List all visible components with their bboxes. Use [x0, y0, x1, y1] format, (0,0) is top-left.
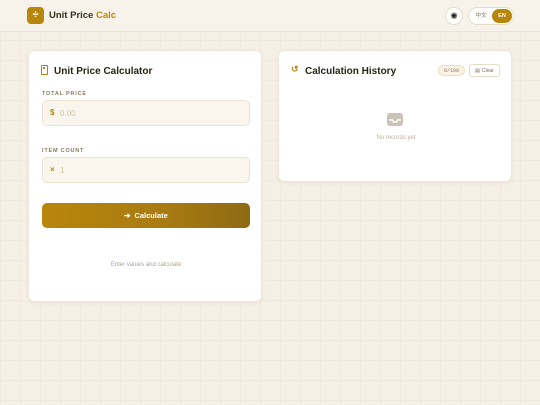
arrow-right-icon: ➔: [124, 211, 131, 220]
calculator-icon: [41, 65, 48, 75]
trash-icon: ▤: [475, 68, 480, 74]
history-count-badge: 0/100: [438, 65, 465, 76]
language-toggle[interactable]: 中文 EN: [468, 7, 514, 25]
history-title: Calculation History: [305, 66, 397, 77]
lang-option-en[interactable]: EN: [492, 9, 512, 23]
app-title-main: Unit Price: [49, 10, 94, 21]
sun-icon: ✺: [450, 11, 458, 21]
calculate-label: Calculate: [134, 211, 168, 220]
total-price-field[interactable]: $: [42, 100, 250, 126]
item-count-label: ITEM COUNT: [42, 148, 85, 154]
divide-logo-icon: ÷: [27, 7, 44, 24]
dollar-icon: $: [50, 108, 55, 117]
total-price-input[interactable]: [60, 106, 240, 120]
item-count-field[interactable]: ×: [42, 157, 250, 183]
inbox-icon: [387, 113, 403, 126]
history-icon: ↺: [291, 64, 299, 74]
app-header: ÷ Unit Price Calc ✺ 中文 EN: [0, 0, 540, 32]
multiply-icon: ×: [50, 165, 55, 174]
calculator-title: Unit Price Calculator: [54, 66, 153, 77]
clear-label: Clear: [481, 68, 494, 74]
history-card: ↺ Calculation History 0/100 ▤ Clear No re…: [278, 50, 512, 182]
calculator-card: Unit Price Calculator TOTAL PRICE $ ITEM…: [28, 50, 262, 302]
app-title: Unit Price Calc: [49, 10, 116, 21]
app-title-accent: Calc: [96, 10, 117, 21]
calculate-button[interactable]: ➔ Calculate: [42, 203, 250, 228]
clear-history-button[interactable]: ▤ Clear: [469, 64, 500, 77]
total-price-label: TOTAL PRICE: [42, 91, 87, 97]
theme-toggle-button[interactable]: ✺: [445, 7, 463, 25]
empty-history-text: No records yet: [376, 135, 416, 141]
lang-option-zh[interactable]: 中文: [471, 9, 491, 23]
result-hint: Enter values and calculate: [110, 262, 182, 268]
item-count-input[interactable]: [60, 163, 240, 177]
